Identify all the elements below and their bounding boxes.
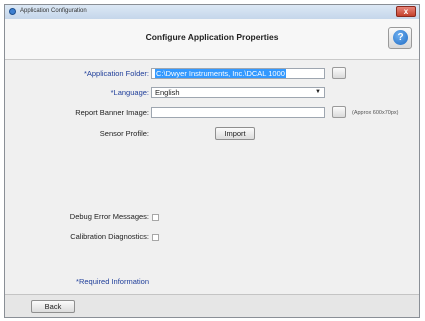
help-button[interactable]: ? (388, 27, 412, 49)
app-icon (9, 8, 16, 15)
app-folder-browse-button[interactable] (332, 67, 346, 79)
sensor-profile-label: Sensor Profile: (99, 129, 149, 138)
help-icon: ? (393, 30, 408, 45)
language-label: *Language: (110, 88, 149, 97)
app-folder-value: C:\Dwyer Instruments, Inc.\DCAL 1000 (155, 69, 286, 78)
form-area: *Application Folder: C:\Dwyer Instrument… (5, 60, 419, 295)
debug-errors-checkbox[interactable] (152, 214, 159, 221)
close-button[interactable]: x (396, 6, 416, 17)
required-info-note: *Required Information (76, 277, 149, 286)
language-value: English (155, 88, 180, 97)
language-select[interactable]: English ▼ (151, 87, 325, 98)
calibration-diagnostics-checkbox[interactable] (152, 234, 159, 241)
app-folder-field[interactable]: C:\Dwyer Instruments, Inc.\DCAL 1000 (151, 68, 325, 79)
import-button[interactable]: Import (215, 127, 255, 140)
calibration-diagnostics-label: Calibration Diagnostics: (70, 232, 149, 241)
window-title: Application Configuration (20, 8, 87, 14)
debug-errors-label: Debug Error Messages: (69, 212, 149, 221)
footer-bar: Back (5, 294, 419, 317)
title-bar: Application Configuration x (5, 5, 419, 20)
back-button[interactable]: Back (31, 300, 75, 313)
app-folder-label: *Application Folder: (83, 69, 149, 78)
page-header: Configure Application Properties ? (5, 19, 419, 60)
report-banner-label: Report Banner Image: (75, 108, 149, 117)
page-title: Configure Application Properties (145, 32, 279, 42)
report-banner-size-hint: (Approx 600x70px) (352, 110, 399, 116)
report-banner-browse-button[interactable] (332, 106, 346, 118)
dropdown-arrow-icon: ▼ (315, 89, 321, 95)
report-banner-field[interactable] (151, 107, 325, 118)
app-window: Application Configuration x Configure Ap… (4, 4, 420, 318)
